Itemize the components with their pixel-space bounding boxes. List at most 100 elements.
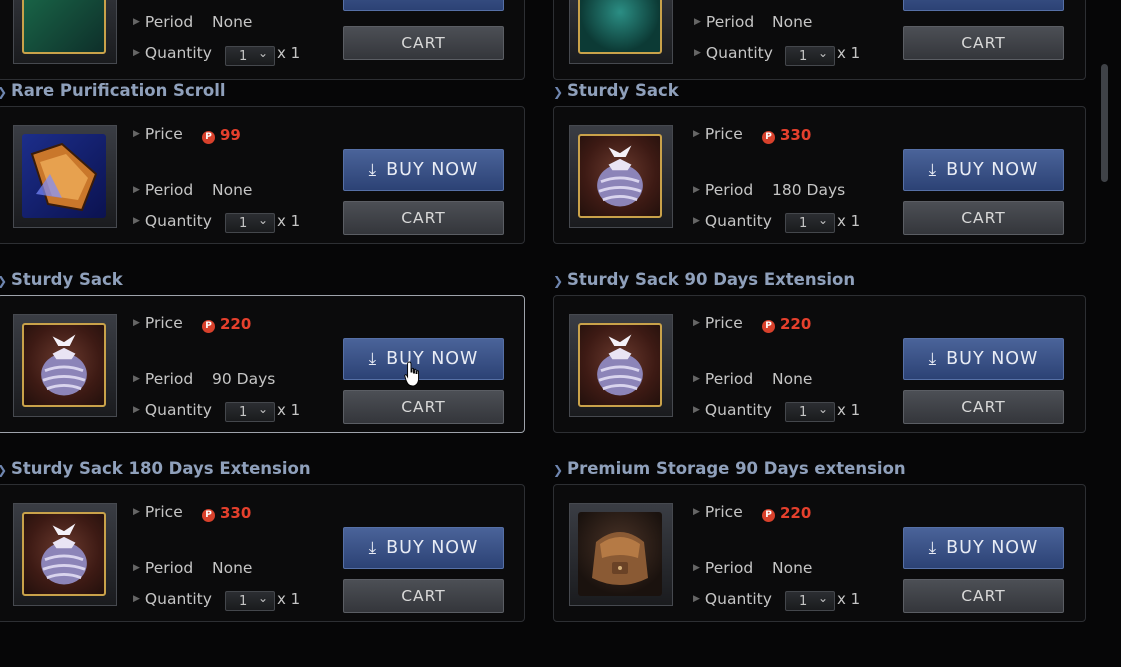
chevron-right-icon: ❯ — [553, 463, 564, 477]
product-title[interactable]: ❯ Premium Storage 90 Days extension — [553, 458, 906, 480]
download-icon: ⤓ — [368, 349, 378, 369]
item-thumbnail[interactable] — [13, 314, 117, 417]
item-image — [578, 323, 662, 407]
buy-now-button[interactable]: ⤓BUY NOW — [903, 527, 1064, 569]
backpack-icon — [592, 532, 648, 585]
product-title[interactable]: ❯Rare Purification Scroll — [0, 80, 226, 102]
coin-icon: P — [202, 320, 215, 333]
quantity-label: ▶ Quantity — [694, 44, 773, 62]
item-thumbnail[interactable] — [13, 125, 117, 228]
product-title[interactable]: ❯ Sturdy Sack 90 Days Extension — [553, 269, 855, 291]
chevron-down-icon: ⌄ — [817, 591, 828, 605]
chevron-down-icon: ⌄ — [257, 591, 268, 605]
price-label: ▶ Price — [133, 503, 183, 521]
cart-button[interactable]: CART — [903, 390, 1064, 424]
quantity-select[interactable]: 1 ⌄ — [785, 591, 835, 611]
item-image — [22, 134, 106, 218]
product-title[interactable]: ❯Sturdy Sack — [553, 80, 679, 102]
quantity-label: ▶ Quantity — [693, 212, 772, 230]
cart-button[interactable]: CART — [903, 579, 1064, 613]
price-value: P 330 — [762, 126, 811, 144]
coin-icon: P — [762, 320, 775, 333]
buy-now-button[interactable]: ⤓BUY NOW — [343, 338, 504, 380]
download-icon: ⤓ — [368, 538, 378, 558]
quantity-label: ▶ Quantity — [693, 590, 772, 608]
item-thumbnail[interactable] — [569, 125, 673, 228]
download-icon: ⤓ — [928, 349, 938, 369]
price-value: P 220 — [202, 315, 251, 333]
period-value: None — [212, 181, 253, 199]
hand-cursor-icon — [404, 361, 419, 387]
price-value: P 330 — [202, 504, 251, 522]
chevron-down-icon: ⌄ — [257, 213, 268, 227]
download-icon: ⤓ — [928, 538, 938, 558]
potion-icon — [22, 0, 106, 54]
price-value: P 220 — [762, 504, 811, 522]
item-thumbnail[interactable] — [569, 503, 673, 606]
quantity-multiplier: x 1 — [837, 44, 861, 62]
quantity-select[interactable]: 1 ⌄ — [225, 46, 275, 66]
sack-icon — [597, 145, 643, 207]
buy-now-button[interactable]: ⤓BUY NOW — [343, 149, 504, 191]
product-card-frame: ▶ Price P 220 ▶ Period 90 Days ▶ Quantity 1 ⌄… — [0, 295, 525, 433]
product-card-frame: ▶ Price P 99 ▶ Period None ▶ Quantity 1 ⌄ x 1… — [0, 106, 525, 244]
quantity-label: ▶ Quantity — [693, 401, 772, 419]
period-label: ▶ Period — [133, 13, 194, 31]
quantity-select[interactable]: 1 ⌄ — [785, 402, 835, 422]
period-value: 180 Days — [772, 181, 846, 199]
quantity-label: ▶ Quantity — [133, 590, 212, 608]
buy-now-button[interactable]: ⤓BUY NOW — [903, 338, 1064, 380]
buy-now-button[interactable]: ⤓BUY NOW — [343, 0, 504, 11]
quantity-select[interactable]: 1 ⌄ — [225, 402, 275, 422]
product-title[interactable]: ❯Sturdy Sack 180 Days Extension — [0, 458, 311, 480]
chevron-down-icon: ⌄ — [817, 46, 828, 60]
quantity-multiplier: x 1 — [277, 212, 301, 230]
quantity-select[interactable]: 1 ⌄ — [225, 591, 275, 611]
cart-button[interactable]: CART — [903, 201, 1064, 235]
product-card-frame: ▶Period None ▶Quantity 1⌄ x 1 ⤓BUY NOW C… — [0, 0, 525, 80]
buy-now-button[interactable]: ⤓BUY NOW — [903, 149, 1064, 191]
item-thumbnail[interactable] — [569, 314, 673, 417]
cart-button[interactable]: CART — [343, 579, 504, 613]
period-value: None — [212, 559, 253, 577]
quantity-select[interactable]: 1 ⌄ — [225, 213, 275, 233]
price-value: P 220 — [762, 315, 811, 333]
quantity-select[interactable]: 1 ⌄ — [785, 213, 835, 233]
download-icon: ⤓ — [368, 160, 378, 180]
product-title[interactable]: ❯Sturdy Sack — [0, 269, 123, 291]
quantity-multiplier: x 1 — [277, 44, 301, 62]
item-image — [22, 323, 106, 407]
period-value: None — [772, 370, 813, 388]
item-thumbnail[interactable] — [569, 0, 673, 64]
period-label: ▶ Period — [693, 181, 754, 199]
download-icon: ⤓ — [928, 160, 938, 180]
item-thumbnail[interactable] — [13, 503, 117, 606]
item-thumbnail[interactable] — [13, 0, 117, 64]
chevron-right-icon: ❯ — [553, 274, 564, 288]
price-label: ▶ Price — [693, 314, 743, 332]
coin-icon: P — [762, 131, 775, 144]
cart-button[interactable]: CART — [343, 26, 504, 60]
chevron-right-icon: ❯ — [0, 270, 11, 292]
chevron-right-icon: ❯ — [0, 81, 11, 103]
period-label: ▶ Period — [693, 370, 754, 388]
coin-icon: P — [202, 509, 215, 522]
quantity-select[interactable]: 1 ⌄ — [785, 46, 835, 66]
cart-button[interactable]: CART — [903, 26, 1064, 60]
period-label: ▶ Period — [133, 181, 194, 199]
scrollbar[interactable] — [1101, 64, 1108, 182]
product-card-frame: ▶ Price P 220 ▶ Period None ▶ Quantity 1 ⌄ x … — [553, 295, 1086, 433]
chevron-down-icon: ⌄ — [817, 402, 828, 416]
period-value: 90 Days — [212, 370, 276, 388]
buy-now-button[interactable]: ⤓BUY NOW — [343, 527, 504, 569]
period-value: None — [772, 559, 813, 577]
period-label: ▶ Period — [693, 559, 754, 577]
cart-button[interactable]: CART — [343, 390, 504, 424]
buy-now-button[interactable]: ⤓BUY NOW — [903, 0, 1064, 11]
period-label: ▶ Period — [694, 13, 755, 31]
coin-icon: P — [202, 131, 215, 144]
quantity-multiplier: x 1 — [837, 401, 861, 419]
chevron-right-icon: ❯ — [553, 85, 564, 99]
cart-button[interactable]: CART — [343, 201, 504, 235]
price-label: ▶ Price — [693, 125, 743, 143]
